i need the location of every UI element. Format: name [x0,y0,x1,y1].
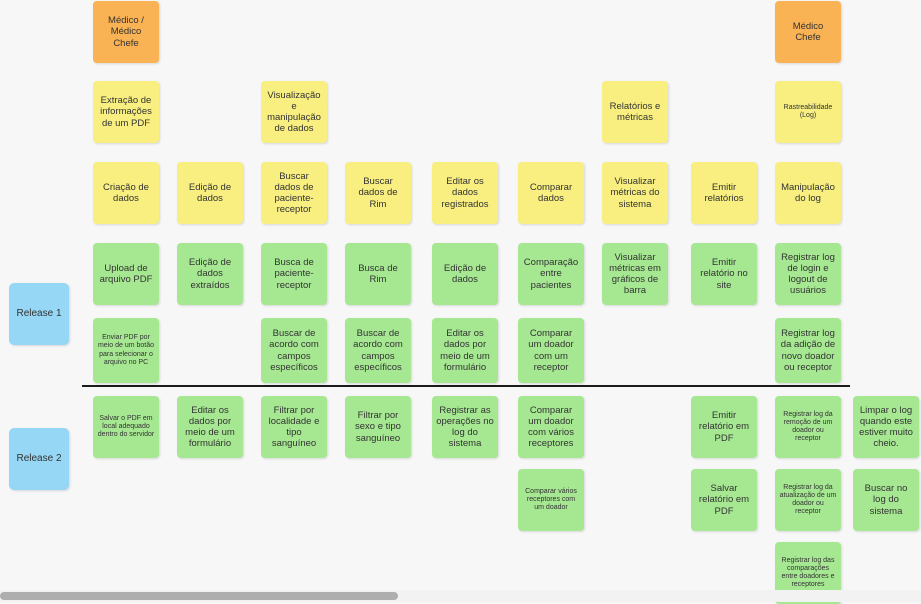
sticky-card-activity[interactable]: Emitir relatórios [691,162,757,224]
sticky-card-activity[interactable]: Manipulação do log [775,162,841,224]
sticky-card-story[interactable]: Enviar PDF por meio de um botão para sel… [93,318,159,383]
sticky-card-story[interactable]: Comparar um doador com vários receptores [518,396,584,458]
sticky-card-story[interactable]: Editar os dados por meio de um formulári… [432,318,498,383]
sticky-card-persona[interactable]: Médico / Médico Chefe [93,1,159,63]
sticky-card-story[interactable]: Edição de dados extraídos [177,243,243,305]
sticky-card-story[interactable]: Emitir relatório no site [691,243,757,305]
sticky-card-activity[interactable]: Criação de dados [93,162,159,224]
sticky-card-story[interactable]: Edição de dados [432,243,498,305]
sticky-card-story[interactable]: Emitir relatório em PDF [691,396,757,458]
sticky-card-story[interactable]: Registrar log da adição de novo doador o… [775,318,841,383]
sticky-card-story[interactable]: Salvar o PDF em local adequado dentro do… [93,396,159,458]
sticky-card-activity[interactable]: Visualização e manipulação de dados [261,81,327,143]
sticky-card-activity[interactable]: Edição de dados [177,162,243,224]
sticky-card-story[interactable]: Filtrar por sexo e tipo sanguíneo [345,396,411,458]
horizontal-scrollbar-thumb[interactable] [0,592,398,600]
sticky-card-activity[interactable]: Editar os dados registrados [432,162,498,224]
sticky-card-activity[interactable]: Comparar dados [518,162,584,224]
sticky-card-activity[interactable]: Buscar dados de Rim [345,162,411,224]
release-separator-line [82,385,850,387]
sticky-card-story[interactable]: Registrar as operações no log do sistema [432,396,498,458]
sticky-card-story[interactable]: Comparar um doador com um receptor [518,318,584,383]
sticky-card-story[interactable]: Visualizar métricas em gráficos de barra [602,243,668,305]
sticky-card-story[interactable]: Registrar log da atualização de um doado… [775,469,841,531]
sticky-card-activity[interactable]: Extração de informações de um PDF [93,81,159,143]
story-map-board[interactable]: Médico / Médico Chefe Médico Chefe Extraçã… [0,0,921,604]
sticky-card-story[interactable]: Comparação entre pacientes [518,243,584,305]
horizontal-scrollbar-track[interactable] [0,590,921,602]
sticky-card-story[interactable]: Buscar de acordo com campos específicos [261,318,327,383]
sticky-card-activity[interactable]: Relatórios e métricas [602,81,668,143]
sticky-card-story[interactable]: Filtrar por localidade e tipo sanguíneo [261,396,327,458]
sticky-card-activity[interactable]: Buscar dados de paciente-receptor [261,162,327,224]
sticky-card-story[interactable]: Registrar log da remoção de um doador ou… [775,396,841,458]
sticky-card-story[interactable]: Salvar relatório em PDF [691,469,757,531]
sticky-card-story[interactable]: Comparar vários receptores com um doador [518,469,584,531]
sticky-card-activity[interactable]: Rastreabilidade (Log) [775,81,841,143]
sticky-card-story[interactable]: Limpar o log quando este estiver muito c… [853,396,919,458]
sticky-card-persona[interactable]: Médico Chefe [775,1,841,63]
sticky-card-story[interactable]: Editar os dados por meio de um formulári… [177,396,243,458]
release-marker[interactable]: Release 1 [9,283,69,345]
release-marker[interactable]: Release 2 [9,428,69,490]
sticky-card-activity[interactable]: Visualizar métricas do sistema [602,162,668,224]
sticky-card-story[interactable]: Upload de arquivo PDF [93,243,159,305]
sticky-card-story[interactable]: Buscar de acordo com campos específicos [345,318,411,383]
sticky-card-story[interactable]: Buscar no log do sistema [853,469,919,531]
sticky-card-story[interactable]: Busca de Rim [345,243,411,305]
sticky-card-story[interactable]: Busca de paciente-receptor [261,243,327,305]
sticky-card-story[interactable]: Registrar log de login e logout de usuár… [775,243,841,305]
